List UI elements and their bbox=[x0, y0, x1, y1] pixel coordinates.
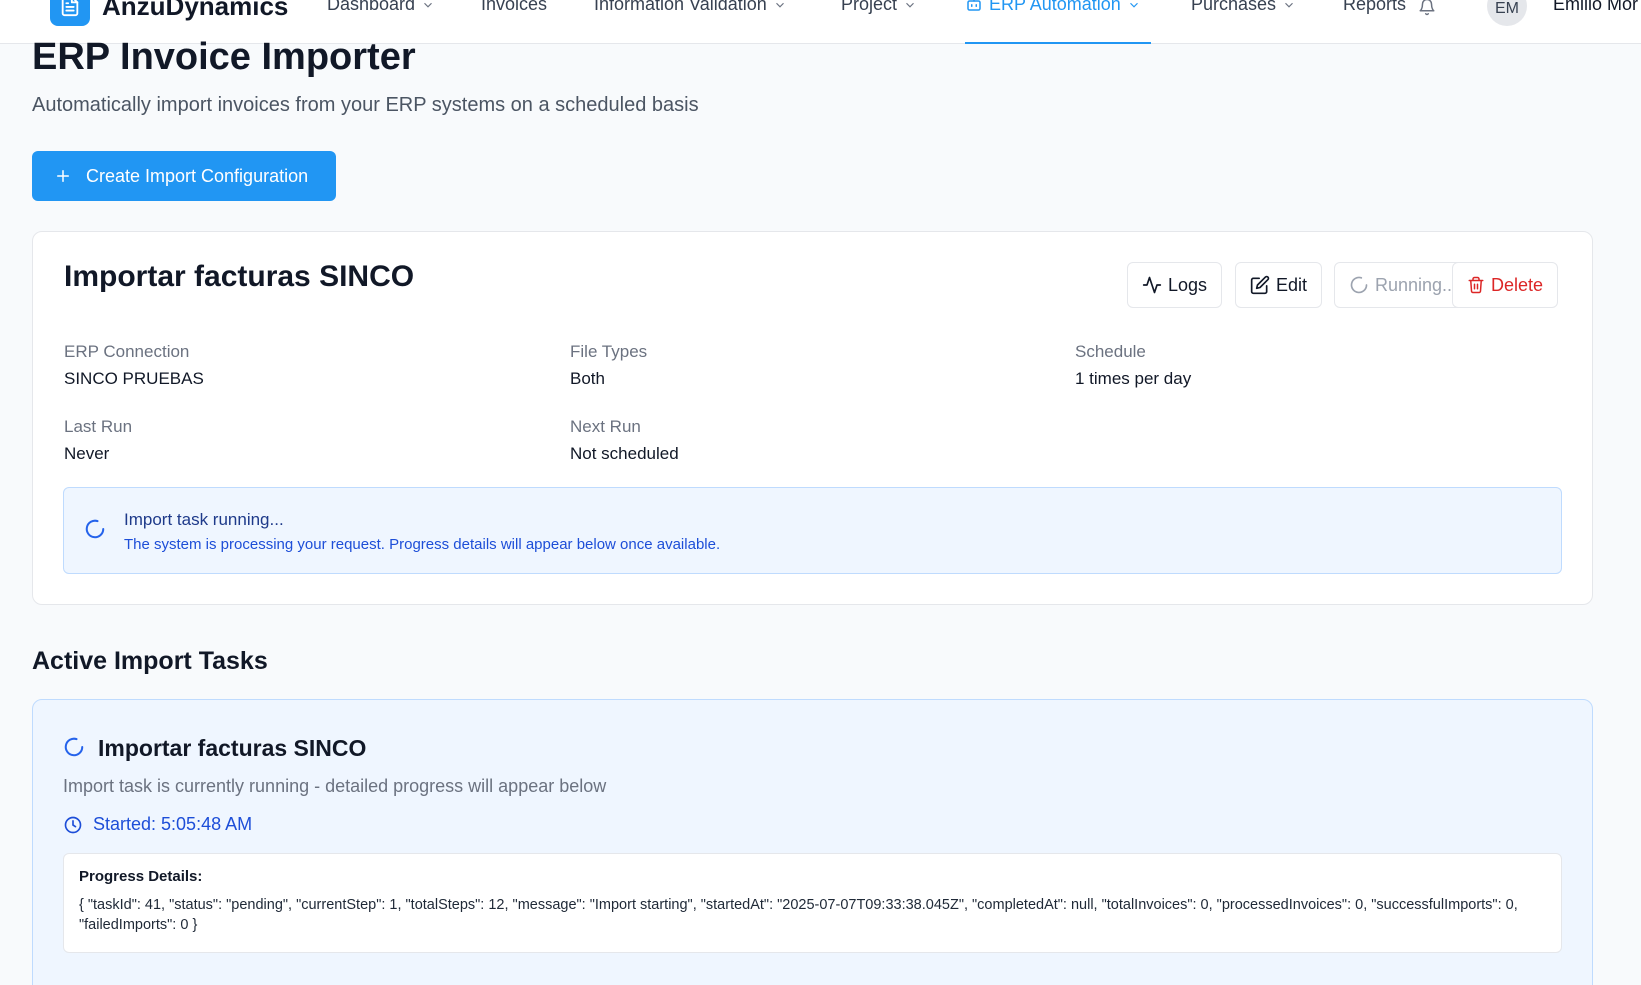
avatar[interactable]: EM bbox=[1487, 0, 1527, 26]
task-title: Importar facturas SINCO bbox=[98, 735, 367, 761]
nav-invoices[interactable]: Invoices bbox=[481, 0, 547, 44]
file-types-value: Both bbox=[570, 369, 605, 388]
create-import-configuration-button[interactable]: Create Import Configuration bbox=[32, 151, 336, 201]
progress-details: Progress Details: { "taskId": 41, "statu… bbox=[63, 853, 1562, 953]
last-run-label: Last Run bbox=[64, 417, 133, 436]
import-configuration-card: Importar facturas SINCO Logs Edit Runnin… bbox=[32, 231, 1593, 605]
chevron-down-icon bbox=[424, 2, 432, 8]
user-name[interactable]: Emilio Mor bbox=[1553, 0, 1638, 15]
config-title: Importar facturas SINCO bbox=[64, 260, 415, 293]
clock-icon bbox=[64, 816, 82, 833]
alert-text: The system is processing your request. P… bbox=[124, 536, 721, 553]
logs-button[interactable]: Logs bbox=[1127, 262, 1223, 308]
nav-information-validation[interactable]: Information Validation bbox=[594, 0, 787, 44]
schedule-label: Schedule bbox=[1075, 342, 1146, 361]
chevron-down-icon bbox=[906, 2, 914, 8]
task-description: Import task is currently running - detai… bbox=[63, 776, 607, 796]
trash-icon bbox=[1468, 276, 1484, 294]
erp-connection-value: SINCO PRUEBAS bbox=[64, 369, 204, 388]
edit-button-label: Edit bbox=[1276, 274, 1308, 295]
brand-name: AnzuDynamics bbox=[102, 0, 289, 21]
nav-reports[interactable]: Reports bbox=[1343, 0, 1436, 44]
create-button-label: Create Import Configuration bbox=[86, 165, 309, 186]
nav-purchases-label: Purchases bbox=[1191, 0, 1277, 14]
chevron-down-icon bbox=[775, 2, 784, 8]
chevron-down-icon bbox=[1129, 2, 1138, 8]
next-run-label: Next Run bbox=[570, 417, 641, 436]
loader-icon bbox=[85, 519, 105, 539]
delete-button-label: Delete bbox=[1491, 274, 1544, 295]
nav-erp-automation-label: ERP Automation bbox=[989, 0, 1121, 14]
running-alert: Import task running... The system is pro… bbox=[63, 487, 1562, 574]
delete-button[interactable]: Delete bbox=[1452, 262, 1559, 308]
activity-icon bbox=[1142, 276, 1162, 294]
alert-title: Import task running... bbox=[124, 510, 284, 529]
nav-project-label: Project bbox=[841, 0, 898, 14]
bell-icon[interactable] bbox=[1418, 0, 1436, 16]
nav-reports-label: Reports bbox=[1343, 0, 1407, 14]
task-started: Started: 5:05:48 AM bbox=[63, 814, 252, 835]
progress-label: Progress Details: bbox=[79, 868, 203, 885]
bot-icon bbox=[967, 0, 981, 11]
next-run-value: Not scheduled bbox=[570, 444, 679, 463]
schedule-value: 1 times per day bbox=[1075, 369, 1192, 388]
loader-icon bbox=[1350, 276, 1368, 294]
logs-button-label: Logs bbox=[1168, 274, 1208, 295]
running-button-label: Running... bbox=[1375, 274, 1458, 295]
edit-icon bbox=[1250, 275, 1270, 295]
nav-dashboard-label: Dashboard bbox=[327, 0, 416, 14]
avatar-initials: EM bbox=[1495, 0, 1519, 17]
document-icon bbox=[50, 0, 90, 26]
plus-icon bbox=[57, 170, 69, 182]
loader-icon bbox=[64, 737, 84, 757]
edit-button[interactable]: Edit bbox=[1235, 262, 1323, 308]
last-run-value: Never bbox=[64, 444, 110, 463]
page-subtitle: Automatically import invoices from your … bbox=[32, 94, 699, 116]
active-task-card: Importar facturas SINCO Import task is c… bbox=[32, 699, 1593, 985]
brand[interactable]: AnzuDynamics bbox=[50, 0, 288, 26]
nav-erp-automation[interactable]: ERP Automation bbox=[965, 0, 1151, 44]
nav-purchases[interactable]: Purchases bbox=[1191, 0, 1296, 44]
nav-project[interactable]: Project bbox=[841, 0, 917, 44]
file-types-label: File Types bbox=[570, 342, 648, 361]
section-title: Active Import Tasks bbox=[32, 647, 268, 675]
nav-information-validation-label: Information Validation bbox=[594, 0, 767, 14]
chevron-down-icon bbox=[1285, 2, 1293, 8]
nav-invoices-label: Invoices bbox=[481, 0, 548, 14]
progress-json: { "taskId": 41, "status": "pending", "cu… bbox=[79, 897, 1518, 933]
task-started-text: Started: 5:05:48 AM bbox=[93, 814, 253, 834]
erp-connection-label: ERP Connection bbox=[64, 342, 190, 361]
page-title: ERP Invoice Importer bbox=[32, 36, 416, 78]
